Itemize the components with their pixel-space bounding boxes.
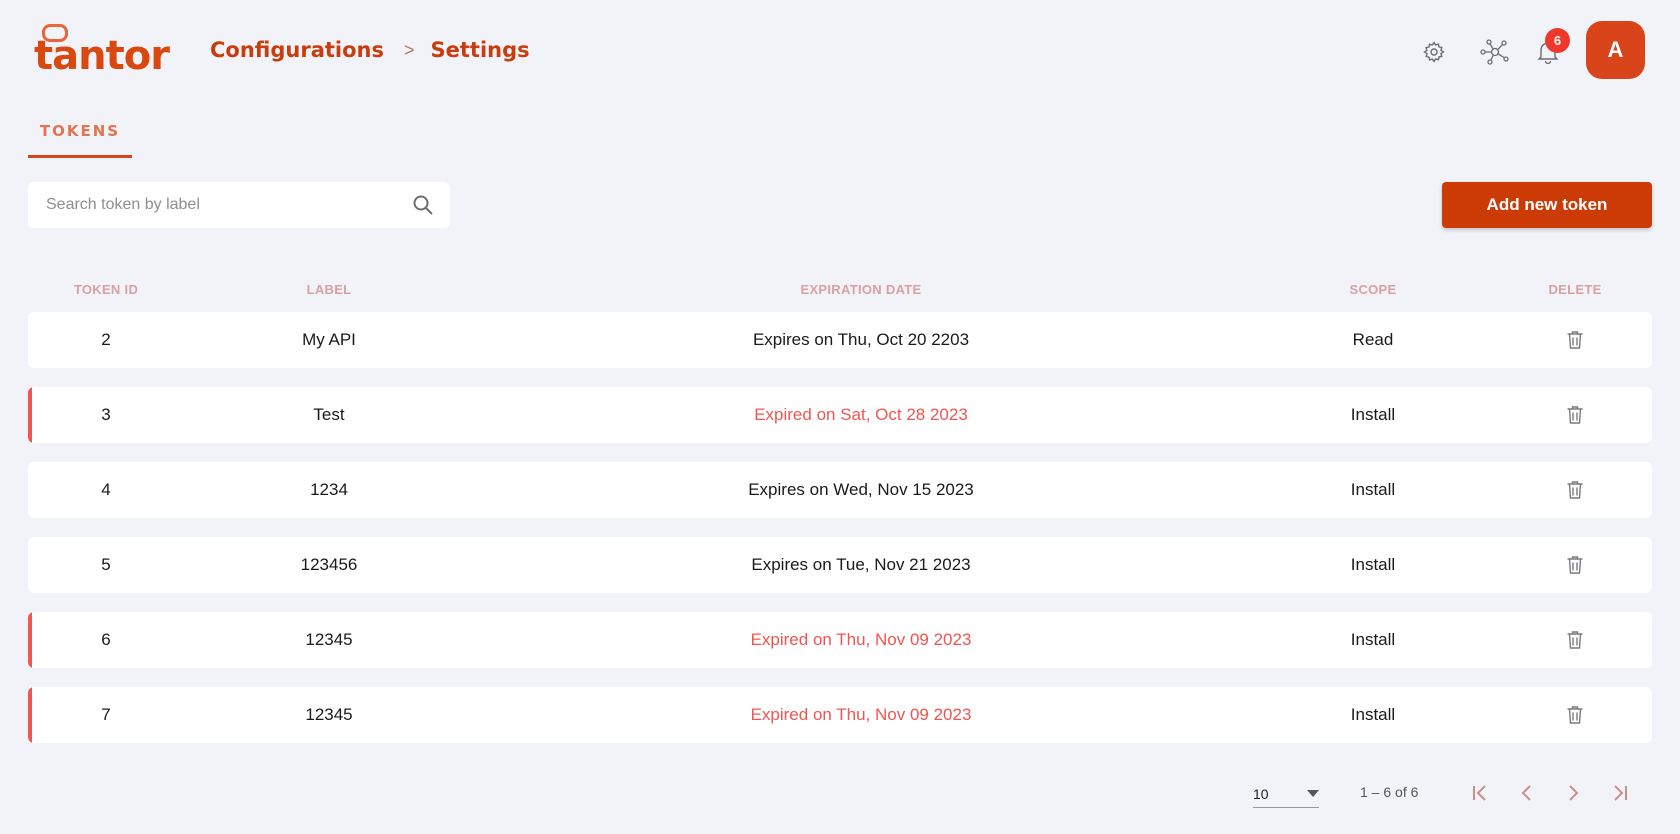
previous-page-button[interactable]	[1512, 778, 1542, 808]
breadcrumb-configurations[interactable]: Configurations	[210, 38, 384, 62]
page-size-value: 10	[1253, 785, 1269, 802]
column-header-token-id: TOKEN ID	[73, 282, 139, 297]
trash-icon	[1567, 481, 1583, 499]
tab-tokens-label: TOKENS	[39, 122, 121, 140]
token-scope: Install	[1350, 480, 1396, 499]
next-page-button[interactable]	[1558, 778, 1588, 808]
table-row: 5 123456 Expires on Tue, Nov 21 2023 Ins…	[28, 537, 1652, 593]
token-expiration: Expires on Wed, Nov 15 2023	[748, 480, 974, 499]
add-new-token-button[interactable]: Add new token	[1442, 182, 1652, 228]
delete-token-button[interactable]	[1498, 387, 1652, 443]
user-avatar[interactable]: A	[1586, 21, 1645, 79]
last-page-button[interactable]	[1605, 778, 1635, 808]
first-page-button[interactable]	[1465, 778, 1495, 808]
search-box	[28, 182, 450, 228]
delete-token-button[interactable]	[1498, 687, 1652, 743]
token-id: 5	[101, 555, 111, 574]
breadcrumb: Configurations > Settings	[210, 38, 530, 62]
delete-token-button[interactable]	[1498, 462, 1652, 518]
search-icon[interactable]	[412, 194, 434, 216]
logo-text: tantor	[34, 33, 170, 79]
table-header: TOKEN ID LABEL EXPIRATION DATE SCOPE DEL…	[28, 282, 1652, 302]
delete-token-button[interactable]	[1498, 312, 1652, 368]
delete-token-button[interactable]	[1498, 537, 1652, 593]
token-label: My API	[302, 330, 356, 349]
table-row: 2 My API Expires on Thu, Oct 20 2203 Rea…	[28, 312, 1652, 368]
token-id: 7	[101, 705, 111, 724]
caret-down-icon	[1307, 789, 1319, 797]
search-input[interactable]	[46, 196, 412, 214]
notification-badge: 6	[1545, 28, 1570, 53]
trash-icon	[1567, 331, 1583, 349]
first-page-icon	[1473, 785, 1486, 801]
chevron-right-icon	[1569, 785, 1579, 801]
token-id: 2	[101, 330, 111, 349]
table-row: 3 Test Expired on Sat, Oct 28 2023 Insta…	[28, 387, 1652, 443]
tab-tokens[interactable]: TOKENS	[28, 112, 132, 158]
trash-icon	[1567, 631, 1583, 649]
chevron-left-icon	[1521, 785, 1531, 801]
token-label: Test	[313, 405, 345, 424]
column-header-expiration-date: EXPIRATION DATE	[800, 282, 922, 297]
token-label: 1234	[310, 480, 348, 499]
breadcrumb-settings: Settings	[430, 38, 530, 62]
settings-button[interactable]	[1418, 36, 1450, 68]
token-expiration: Expires on Thu, Oct 20 2203	[752, 330, 970, 349]
last-page-icon	[1614, 785, 1627, 801]
gear-icon	[1423, 41, 1445, 63]
network-icon	[1480, 39, 1509, 65]
token-label: 12345	[305, 705, 353, 724]
tantor-logo[interactable]: tantor	[34, 22, 170, 78]
pagination-range: 1 – 6 of 6	[1360, 784, 1419, 800]
app-header: tantor Configurations > Settings 6 A	[0, 0, 1680, 100]
table-row: 6 12345 Expired on Thu, Nov 09 2023 Inst…	[28, 612, 1652, 668]
token-expiration: Expires on Tue, Nov 21 2023	[751, 555, 971, 574]
trash-icon	[1567, 706, 1583, 724]
table-row: 4 1234 Expires on Wed, Nov 15 2023 Insta…	[28, 462, 1652, 518]
breadcrumb-separator: >	[403, 39, 415, 60]
token-id: 4	[101, 480, 111, 499]
token-scope: Install	[1350, 405, 1396, 424]
token-scope: Install	[1350, 630, 1396, 649]
table-row: 7 12345 Expired on Thu, Nov 09 2023 Inst…	[28, 687, 1652, 743]
integrations-button[interactable]	[1479, 36, 1511, 68]
delete-token-button[interactable]	[1498, 612, 1652, 668]
token-expiration: Expired on Sat, Oct 28 2023	[754, 405, 968, 424]
column-header-label: LABEL	[306, 282, 352, 297]
token-label: 123456	[300, 555, 358, 574]
trash-icon	[1567, 406, 1583, 424]
token-id: 3	[101, 405, 111, 424]
column-header-scope: SCOPE	[1349, 282, 1397, 297]
column-header-delete: DELETE	[1548, 282, 1602, 297]
token-scope: Install	[1350, 705, 1396, 724]
token-label: 12345	[305, 630, 353, 649]
token-scope: Read	[1352, 330, 1394, 349]
token-expiration: Expired on Thu, Nov 09 2023	[750, 630, 972, 649]
token-scope: Install	[1350, 555, 1396, 574]
token-expiration: Expired on Thu, Nov 09 2023	[750, 705, 972, 724]
page-size-select[interactable]: 10	[1253, 780, 1319, 808]
token-id: 6	[101, 630, 111, 649]
trash-icon	[1567, 556, 1583, 574]
